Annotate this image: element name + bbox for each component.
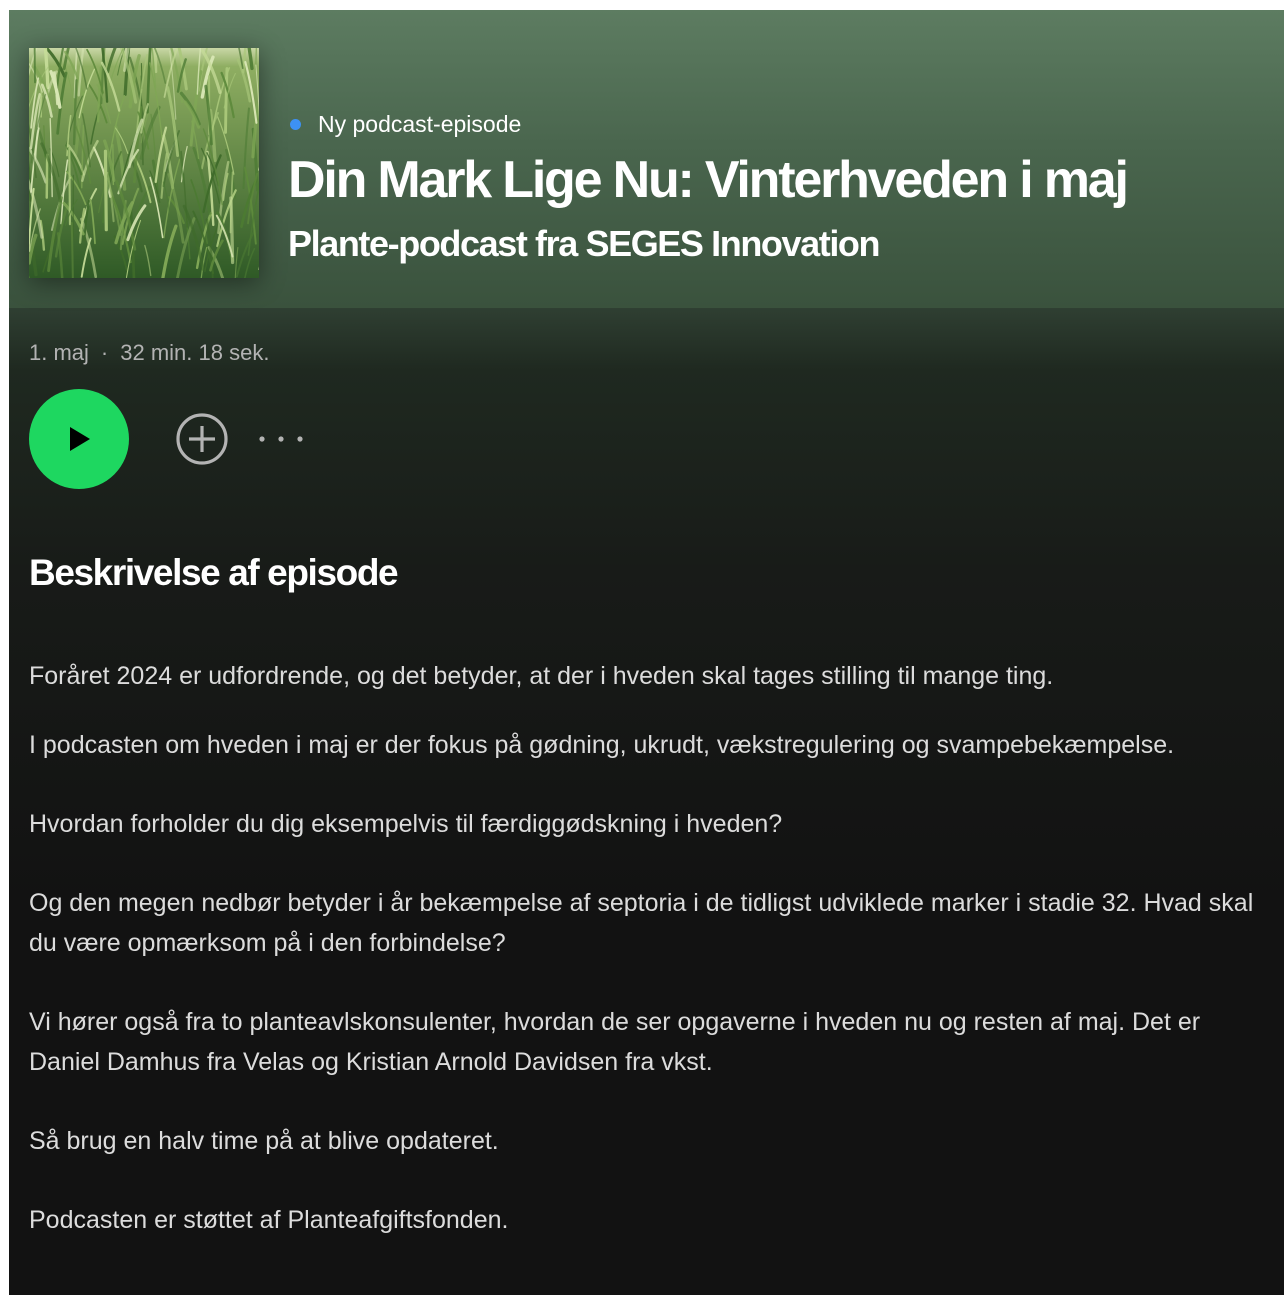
new-episode-label: Ny podcast-episode [318, 110, 522, 137]
description-paragraph: Podcasten er støttet af Planteafgiftsfon… [29, 1206, 509, 1234]
episode-title: Din Mark Lige Nu: Vinterhveden i maj [288, 151, 1129, 209]
play-button[interactable] [29, 389, 129, 489]
description-paragraph: Så brug en halv time på at blive opdater… [29, 1127, 499, 1155]
episode-description: Foråret 2024 er udfordrende, og det bety… [29, 656, 1269, 1270]
episode-meta-block: Ny podcast-episode Din Mark Lige Nu: Vin… [288, 108, 1268, 266]
grass-blade [103, 149, 108, 232]
release-date: 1. maj [29, 340, 89, 365]
grass-blade [70, 222, 74, 278]
new-episode-badge: Ny podcast-episode [288, 108, 1268, 140]
separator-dot: · [100, 340, 109, 365]
episode-page: Ny podcast-episode Din Mark Lige Nu: Vin… [9, 10, 1284, 1295]
grass-blade [33, 48, 36, 84]
add-to-library-button[interactable] [175, 412, 229, 466]
play-icon [70, 427, 90, 451]
episode-duration: 32 min. 18 sek. [120, 340, 270, 365]
description-heading: Beskrivelse af episode [29, 552, 399, 593]
description-paragraph: Vi hører også fra to planteavlskonsulent… [29, 1008, 1201, 1076]
action-bar [29, 389, 313, 489]
plus-circle-icon [176, 413, 228, 465]
episode-date-duration: 1. maj · 32 min. 18 sek. [29, 340, 269, 366]
description-paragraph: Og den megen nedbør betyder i år bekæmpe… [29, 889, 1254, 957]
new-indicator-dot [290, 118, 301, 130]
description-paragraph: Foråret 2024 er udfordrende, og det bety… [29, 662, 1054, 690]
show-title-link[interactable]: Plante-podcast fra SEGES Innovation [288, 222, 1268, 266]
more-dots-icon [259, 436, 303, 442]
more-options-button[interactable] [259, 412, 313, 466]
description-paragraph: Hvordan forholder du dig eksempelvis til… [29, 810, 783, 838]
episode-cover-image [29, 48, 259, 278]
description-paragraph: I podcasten om hveden i maj er der fokus… [29, 731, 1175, 759]
episode-header: Ny podcast-episode Din Mark Lige Nu: Vin… [9, 10, 1284, 308]
